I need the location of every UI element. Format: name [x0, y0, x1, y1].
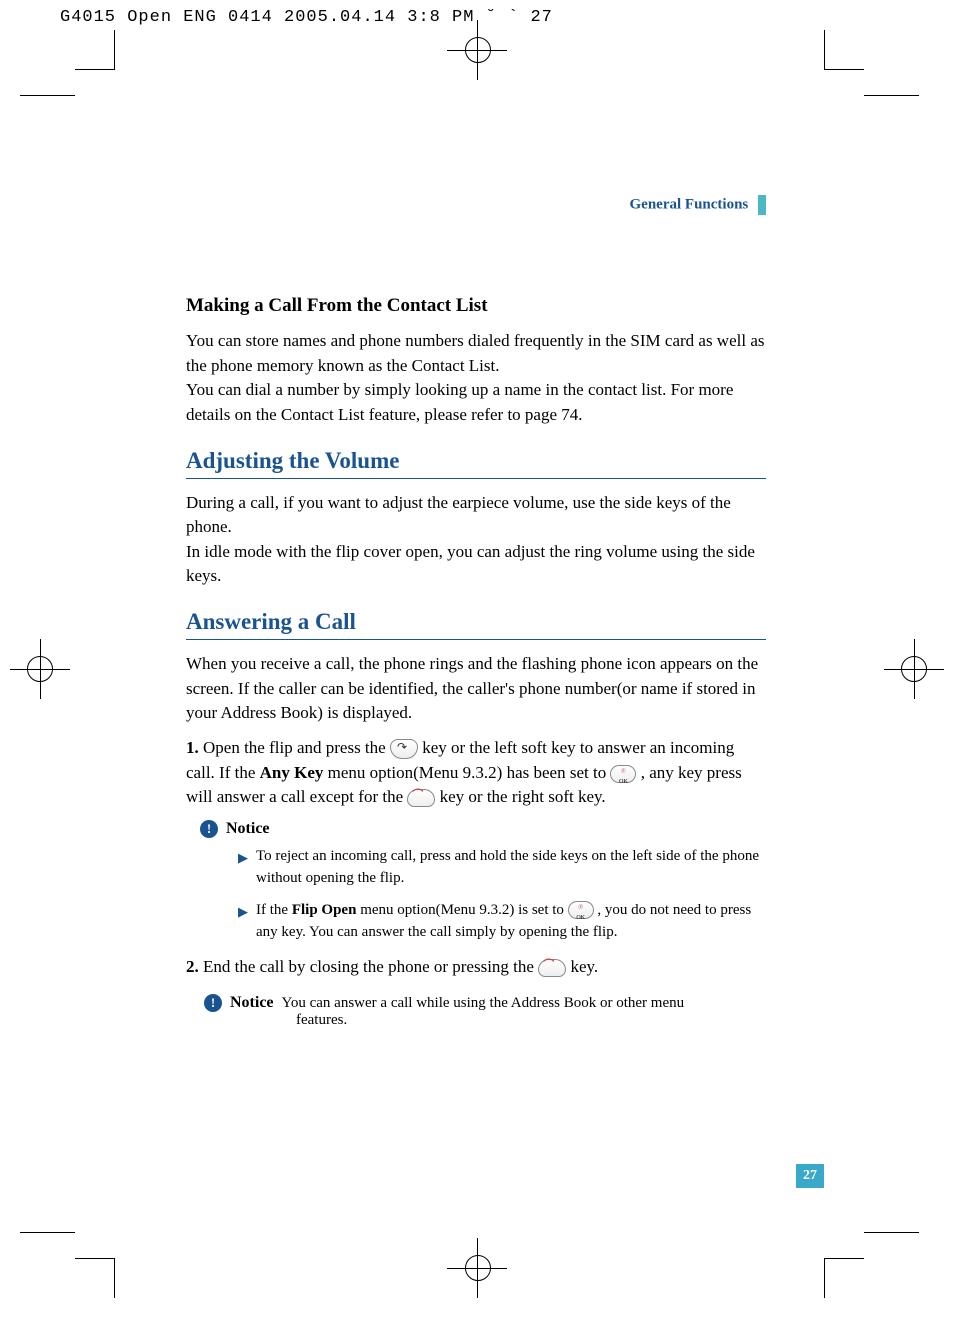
ok-key-icon: ℗OK	[610, 765, 636, 783]
section-tag: General Functions	[186, 195, 766, 215]
body-text: When you receive a call, the phone rings…	[186, 652, 766, 726]
call-key-icon	[390, 739, 418, 759]
crop-tick	[864, 95, 919, 96]
subheading-contact-list: Making a Call From the Contact List	[186, 295, 766, 317]
notice-label: Notice	[230, 994, 274, 1011]
heading-answering: Answering a Call	[186, 609, 766, 640]
notice-icon: !	[200, 820, 218, 838]
end-key-icon	[407, 789, 435, 807]
crop-tick	[864, 1232, 919, 1233]
ok-key-icon: ℗OK	[568, 901, 594, 919]
crop-corner	[824, 30, 864, 70]
crop-mark-top	[447, 50, 507, 110]
crop-mark-right	[884, 639, 944, 699]
arrow-bullet-icon: ▶	[238, 849, 248, 868]
crop-corner	[75, 30, 115, 70]
heading-volume: Adjusting the Volume	[186, 448, 766, 479]
notice-icon: !	[204, 994, 222, 1012]
crop-corner	[824, 1258, 864, 1298]
print-header: G4015 Open ENG 0414 2005.04.14 3:8 PM ˘ …	[60, 8, 553, 27]
page-content: General Functions Making a Call From the…	[186, 195, 766, 1029]
notice-item: ▶ To reject an incoming call, press and …	[238, 846, 766, 890]
page-number: 27	[796, 1164, 824, 1188]
notice-block: ! Notice ▶ To reject an incoming call, p…	[200, 820, 766, 943]
end-key-icon	[538, 959, 566, 977]
notice-label: Notice	[226, 820, 270, 837]
notice-item: ▶ If the Flip Open menu option(Menu 9.3.…	[238, 900, 766, 944]
crop-mark-left	[10, 639, 70, 699]
crop-tick	[20, 95, 75, 96]
crop-mark-bottom	[447, 1238, 507, 1298]
step-1: 1. Open the flip and press the key or th…	[186, 736, 766, 810]
body-text: You can store names and phone numbers di…	[186, 329, 766, 428]
arrow-bullet-icon: ▶	[238, 903, 248, 922]
crop-tick	[20, 1232, 75, 1233]
section-tag-text: General Functions	[630, 196, 749, 212]
crop-corner	[75, 1258, 115, 1298]
step-2: 2. End the call by closing the phone or …	[186, 955, 766, 980]
body-text: During a call, if you want to adjust the…	[186, 491, 766, 590]
section-marker-icon	[758, 195, 766, 215]
notice-inline: ! Notice You can answer a call while usi…	[186, 994, 766, 1029]
